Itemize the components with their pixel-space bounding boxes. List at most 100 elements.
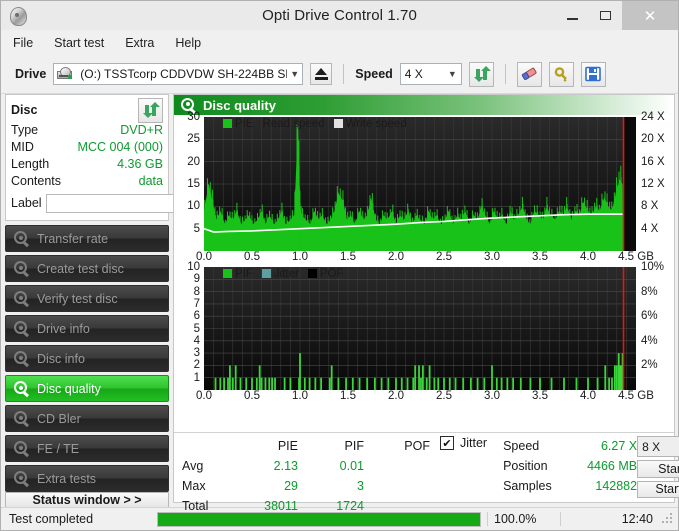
- app-window: Opti Drive Control 1.70 ✕ File Start tes…: [0, 0, 679, 531]
- optical-drive-icon: [57, 67, 73, 81]
- legend-item-read-speed: Read speed: [263, 118, 325, 130]
- test-speed-value: 8 X: [642, 439, 661, 454]
- disc-row-length: Length 4.36 GB: [11, 155, 163, 172]
- menu-item-file[interactable]: File: [13, 36, 33, 50]
- y-tick-label: 10: [187, 261, 200, 273]
- sidebar-item-disc-quality[interactable]: Disc quality: [5, 375, 169, 402]
- y-tick-label: 10: [187, 200, 200, 213]
- disc-contents-label: Contents: [11, 173, 62, 188]
- sidebar-item-label: Verify test disc: [37, 291, 118, 306]
- error-stats-table: PIE PIF POF Avg 2.13 0.01 Max 29 3 Total…: [182, 436, 430, 513]
- legend-item-jitter: Jitter: [261, 268, 299, 280]
- sidebar-item-create-test-disc[interactable]: Create test disc: [5, 255, 169, 282]
- erase-button[interactable]: [516, 61, 542, 87]
- y-tick-label: 8: [193, 285, 200, 298]
- legend-label-pif: PIF: [235, 267, 253, 280]
- toolbar-divider-2: [504, 64, 506, 84]
- drive-select[interactable]: (O:) TSSTcorp CDDVDW SH-224BB SB01 ▼: [53, 63, 304, 85]
- sidebar-item-drive-info[interactable]: Drive info: [5, 315, 169, 342]
- disc-scan-icon: [14, 471, 30, 487]
- start-full-button[interactable]: Start full: [637, 460, 679, 478]
- pie-plot-area: [204, 117, 636, 251]
- minimize-button[interactable]: [556, 1, 589, 30]
- maximize-button[interactable]: [589, 1, 622, 30]
- x-tick-label: 3.0: [484, 251, 500, 263]
- stats-header-pif: PIF: [344, 439, 364, 453]
- sidebar-item-transfer-rate[interactable]: Transfer rate: [5, 225, 169, 252]
- legend-swatch-jitter: [261, 269, 271, 278]
- y-tick-label: 25: [187, 133, 200, 146]
- disc-mid-label: MID: [11, 139, 34, 154]
- disc-type-label: Type: [11, 122, 39, 137]
- sidebar-item-disc-info[interactable]: Disc info: [5, 345, 169, 372]
- jitter-toggle[interactable]: ✔ Jitter: [440, 436, 487, 450]
- disc-panel-header: Disc: [11, 97, 163, 123]
- disc-scan-icon: [14, 411, 30, 427]
- stats-row-avg: Avg 2.13 0.01: [182, 456, 430, 476]
- position-stat-value: 4466 MB: [587, 459, 638, 473]
- save-button[interactable]: [580, 61, 606, 87]
- close-button[interactable]: ✕: [622, 1, 678, 30]
- jitter-checkbox[interactable]: ✔: [440, 436, 454, 450]
- y-tick-label-right: 16 X: [641, 155, 665, 168]
- content-header-title: Disc quality: [203, 97, 276, 113]
- key-button[interactable]: [548, 61, 574, 87]
- disc-scan-icon: [14, 231, 30, 247]
- samples-stat-label: Samples: [503, 479, 552, 493]
- jitter-group: ✔ Jitter: [430, 436, 487, 498]
- pif-x-axis: 0.0 0.5 1.0 1.5 2.0 2.5 3.0 3.5 4.0 4.5 GB: [176, 390, 672, 405]
- x-tick-label: 2.5: [436, 251, 452, 263]
- sidebar-item-cd-bler[interactable]: CD Bler: [5, 405, 169, 432]
- jitter-label: Jitter: [460, 436, 488, 450]
- disc-scan-icon: [14, 321, 30, 337]
- stats-avg-pie: 2.13: [273, 459, 298, 473]
- y-tick-label: 6: [193, 310, 200, 323]
- status-window-button[interactable]: Status window > >: [5, 492, 169, 508]
- x-tick-label: 0.0: [196, 390, 212, 402]
- run-stats-speed: Speed 6.27 X: [503, 436, 637, 456]
- menu-item-help[interactable]: Help: [175, 36, 201, 50]
- pif-plot-area: [204, 267, 636, 390]
- menu-item-extra[interactable]: Extra: [125, 36, 154, 50]
- sidebar-item-label: Create test disc: [37, 261, 124, 276]
- pif-y-axis-right: 2% 4% 6% 8% 10%: [638, 261, 672, 390]
- y-tick-label: 4: [193, 334, 200, 347]
- refresh-button[interactable]: [468, 61, 494, 87]
- charts-area: PIE Read speed Write speed 5 10 15 20 25 30 4…: [174, 111, 674, 432]
- x-tick-label: 2.0: [387, 251, 404, 263]
- speed-select[interactable]: 4 X ▼: [399, 63, 462, 85]
- x-tick-label: 1.0: [291, 390, 308, 402]
- sidebar-item-label: Extra tests: [37, 471, 97, 486]
- y-tick-label: 5: [193, 222, 200, 235]
- menu-item-start-test[interactable]: Start test: [54, 36, 104, 50]
- stats-header-pof: POF: [404, 439, 430, 453]
- sidebar-item-label: CD Bler: [37, 411, 81, 426]
- test-speed-select[interactable]: 8 X ▼: [637, 436, 679, 457]
- window-controls: ✕: [556, 1, 678, 30]
- disc-label-row: Label: [11, 191, 232, 215]
- run-stats-samples: Samples 142882: [503, 476, 637, 496]
- statistics-panel: PIE PIF POF Avg 2.13 0.01 Max 29 3 Total…: [174, 432, 679, 513]
- stats-row-label: Avg: [182, 459, 204, 473]
- sidebar-item-label: Drive info: [37, 321, 90, 336]
- disc-row-contents: Contents data: [11, 172, 163, 189]
- disc-info-panel: Disc Type DVD+R MID MCC 004 (000) Length…: [5, 94, 232, 221]
- sidebar-item-fe-te[interactable]: FE / TE: [5, 435, 169, 462]
- x-tick-label: 3.5: [532, 251, 548, 263]
- main-body: Disc Type DVD+R MID MCC 004 (000) Length…: [1, 94, 679, 513]
- y-tick-label-right: 4 X: [641, 222, 659, 235]
- start-part-button[interactable]: Start part: [637, 480, 679, 498]
- resize-grip[interactable]: [661, 512, 675, 526]
- x-tick-label: 4.0: [579, 251, 596, 263]
- legend-swatch-pie: [223, 119, 232, 128]
- y-tick-label: 30: [187, 111, 200, 123]
- x-tick-label: 1.5: [340, 251, 356, 263]
- sidebar-item-label: FE / TE: [37, 441, 80, 456]
- legend-swatch-pif: [223, 269, 232, 278]
- sidebar-item-verify-test-disc[interactable]: Verify test disc: [5, 285, 169, 312]
- disc-scan-icon: [14, 291, 30, 307]
- sidebar-item-extra-tests[interactable]: Extra tests: [5, 465, 169, 492]
- disc-refresh-button[interactable]: [138, 97, 163, 123]
- eject-button[interactable]: [310, 63, 333, 85]
- title-bar: Opti Drive Control 1.70 ✕: [1, 1, 678, 30]
